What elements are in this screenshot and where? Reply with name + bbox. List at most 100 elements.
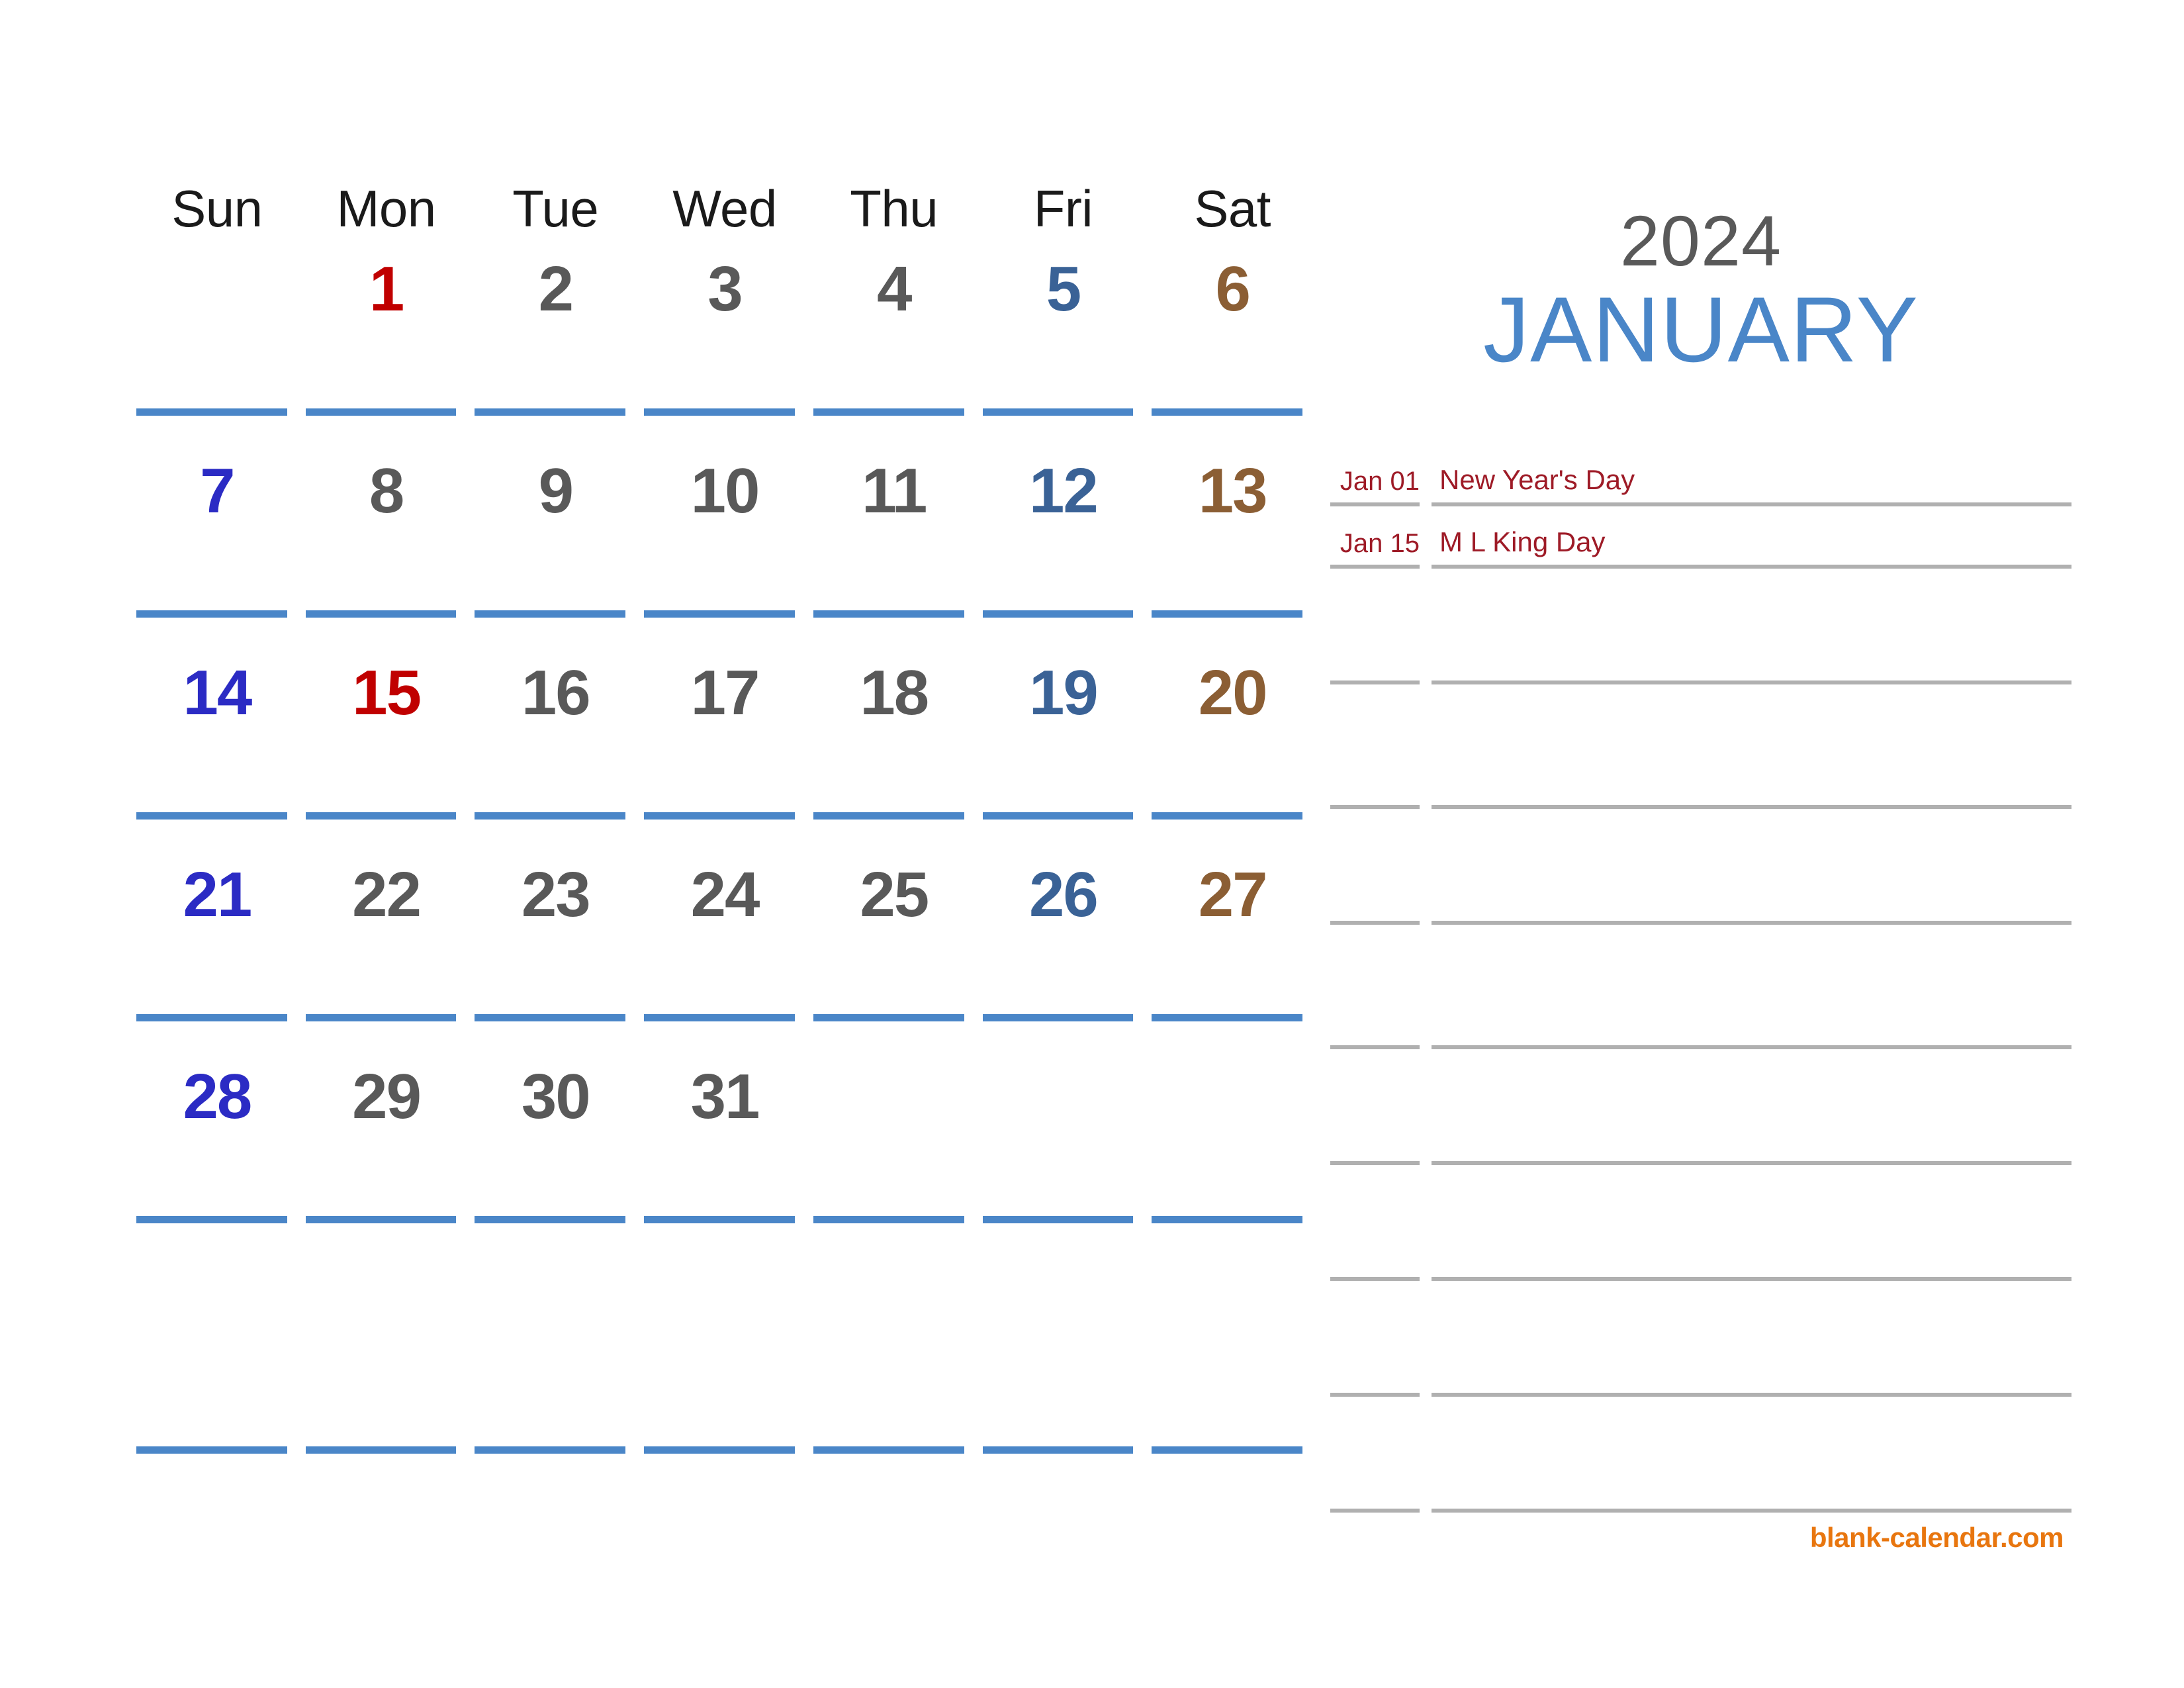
day-cell-23[interactable]: 23	[471, 858, 640, 1060]
note-date	[1330, 801, 1420, 809]
note-row[interactable]: Jan 01 New Year's Day	[1330, 444, 2071, 506]
calendar-year: 2024	[1619, 201, 1782, 281]
weekday-header-wed: Wed	[672, 179, 777, 238]
note-text: New Year's Day	[1432, 462, 2071, 506]
day-number: 4	[877, 254, 912, 324]
day-cell-29[interactable]: 29	[302, 1060, 471, 1262]
day-write-line	[1152, 610, 1302, 618]
day-cell-20[interactable]: 20	[1148, 656, 1317, 858]
weekday-header-sat: Sat	[1194, 179, 1271, 238]
note-row[interactable]	[1330, 684, 2071, 809]
day-number: 5	[1046, 254, 1081, 324]
day-cell-empty	[1148, 1060, 1317, 1262]
day-cell-2[interactable]: 2	[471, 252, 640, 454]
calendar-weeks: 1 2 3 4 5 6 7 8 9 10 11 12 13 14 15 16 17 18 19 20 21 22 23 24 2…	[132, 252, 1317, 1480]
side-panel: 2024 JANUARY Jan 01 New Year's Day Jan 15 M…	[1330, 169, 2071, 1553]
day-write-line	[982, 610, 1134, 618]
calendar-page: Sun Mon Tue Wed Thu Fri Sat 1 2 3 4 5 6 7 8 9 10 1…	[0, 0, 2184, 1688]
day-cell-26[interactable]: 26	[979, 858, 1148, 1060]
day-cell-18[interactable]: 18	[809, 656, 979, 858]
day-write-line	[644, 610, 795, 618]
day-cell-30[interactable]: 30	[471, 1060, 640, 1262]
day-number: 29	[352, 1061, 422, 1132]
day-write-line	[982, 812, 1134, 820]
day-cell-14[interactable]: 14	[132, 656, 302, 858]
day-cell-3[interactable]: 3	[640, 252, 809, 454]
day-cell-4[interactable]: 4	[809, 252, 979, 454]
note-date	[1330, 677, 1420, 684]
day-cell-empty	[132, 1262, 302, 1480]
calendar-title: 2024 JANUARY	[1330, 169, 2071, 381]
day-number: 30	[521, 1061, 591, 1132]
day-cell-12[interactable]: 12	[979, 454, 1148, 656]
day-cell-19[interactable]: 19	[979, 656, 1148, 858]
note-row[interactable]	[1330, 809, 2071, 925]
day-write-line	[982, 1216, 1134, 1223]
calendar-week-row: 21 22 23 24 25 26 27	[132, 858, 1317, 1060]
note-date: Jan 01	[1330, 464, 1420, 506]
day-cell-8[interactable]: 8	[302, 454, 471, 656]
day-cell-11[interactable]: 11	[809, 454, 979, 656]
day-cell-21[interactable]: 21	[132, 858, 302, 1060]
note-row[interactable]	[1330, 1397, 2071, 1513]
day-cell-16[interactable]: 16	[471, 656, 640, 858]
weekday-header-thu: Thu	[850, 179, 938, 238]
day-number: 1	[369, 254, 404, 324]
day-write-line	[305, 1014, 457, 1021]
day-cell-31[interactable]: 31	[640, 1060, 809, 1262]
weekday-header-row: Sun Mon Tue Wed Thu Fri Sat	[132, 169, 1317, 248]
note-row[interactable]: Jan 15 M L King Day	[1330, 506, 2071, 569]
calendar-month: JANUARY	[1483, 277, 1919, 381]
note-row[interactable]	[1330, 1281, 2071, 1397]
day-cell-9[interactable]: 9	[471, 454, 640, 656]
day-write-line	[982, 1014, 1134, 1021]
day-cell-27[interactable]: 27	[1148, 858, 1317, 1060]
day-number: 15	[352, 657, 422, 728]
day-write-line	[813, 1446, 964, 1454]
day-number: 17	[690, 657, 760, 728]
day-cell-13[interactable]: 13	[1148, 454, 1317, 656]
day-cell-5[interactable]: 5	[979, 252, 1148, 454]
day-number: 24	[690, 859, 760, 930]
day-write-line	[136, 408, 287, 416]
day-number: 16	[521, 657, 591, 728]
site-brand[interactable]: blank-calendar.com	[1330, 1522, 2071, 1554]
note-date: Jan 15	[1330, 526, 1420, 569]
note-text	[1432, 1505, 2071, 1513]
day-cell-17[interactable]: 17	[640, 656, 809, 858]
note-date	[1330, 1157, 1420, 1165]
day-number: 21	[183, 859, 252, 930]
day-write-line	[644, 1014, 795, 1021]
day-cell-1[interactable]: 1	[302, 252, 471, 454]
day-cell-6[interactable]: 6	[1148, 252, 1317, 454]
note-row[interactable]	[1330, 1165, 2071, 1281]
day-cell-15[interactable]: 15	[302, 656, 471, 858]
note-text	[1432, 1157, 2071, 1165]
day-cell-22[interactable]: 22	[302, 858, 471, 1060]
calendar-week-row: 28 29 30 31	[132, 1060, 1317, 1262]
day-number: 13	[1198, 455, 1268, 526]
day-write-line	[644, 1216, 795, 1223]
day-write-line	[644, 408, 795, 416]
day-cell-empty	[640, 1262, 809, 1480]
calendar-grid-panel: Sun Mon Tue Wed Thu Fri Sat 1 2 3 4 5 6 7 8 9 10 1…	[132, 169, 1317, 1493]
day-write-line	[644, 1446, 795, 1454]
day-number: 6	[1215, 254, 1250, 324]
day-number: 26	[1029, 859, 1099, 930]
note-row[interactable]	[1330, 1049, 2071, 1165]
day-cell-24[interactable]: 24	[640, 858, 809, 1060]
day-number: 31	[690, 1061, 760, 1132]
day-cell-7[interactable]: 7	[132, 454, 302, 656]
day-cell-empty	[471, 1262, 640, 1480]
day-number: 28	[183, 1061, 252, 1132]
day-number: 25	[860, 859, 929, 930]
note-row[interactable]	[1330, 925, 2071, 1049]
day-write-line	[475, 1446, 626, 1454]
note-row[interactable]	[1330, 569, 2071, 684]
note-date	[1330, 1389, 1420, 1397]
day-cell-10[interactable]: 10	[640, 454, 809, 656]
note-text	[1432, 677, 2071, 684]
day-cell-25[interactable]: 25	[809, 858, 979, 1060]
day-cell-28[interactable]: 28	[132, 1060, 302, 1262]
day-write-line	[136, 1216, 287, 1223]
